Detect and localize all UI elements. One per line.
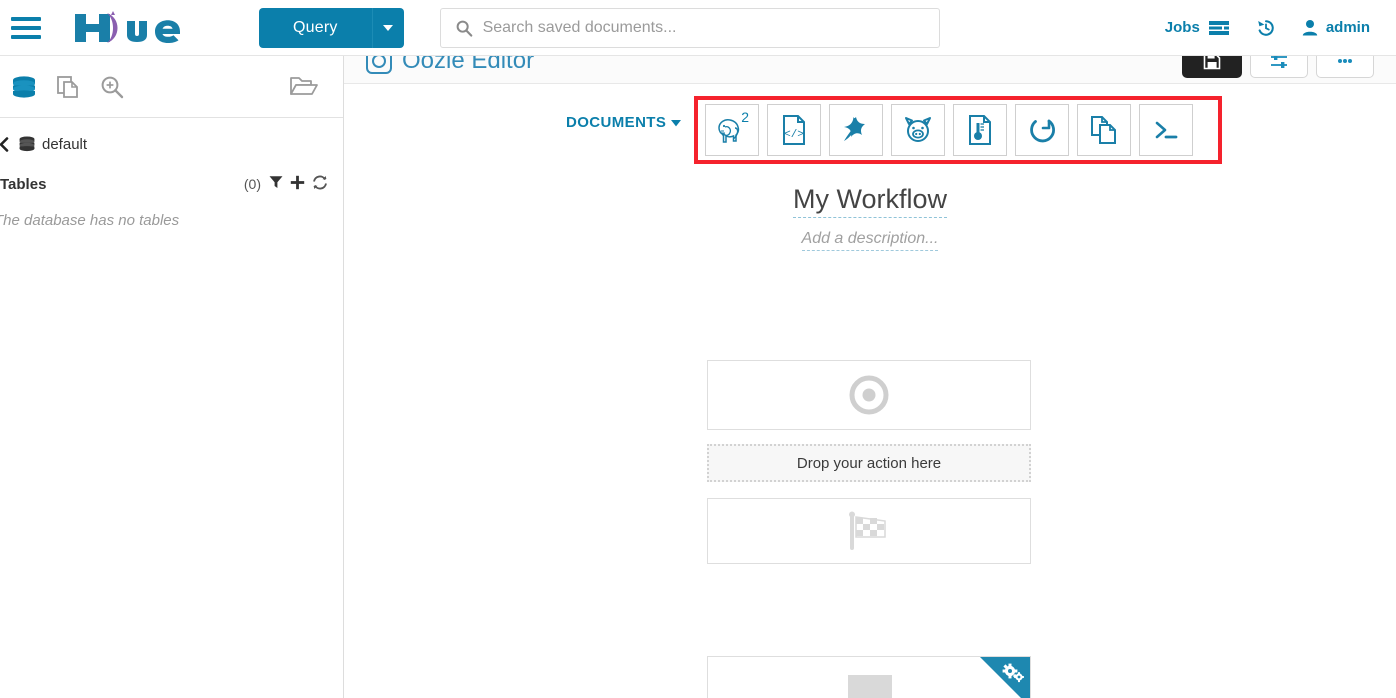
jobs-label: Jobs <box>1164 19 1200 36</box>
search-zoom-icon <box>101 76 124 98</box>
start-circle-icon <box>849 375 889 415</box>
action-dropzone[interactable]: Drop your action here <box>707 444 1031 482</box>
query-button[interactable]: Query <box>259 7 372 48</box>
search-container <box>439 7 940 48</box>
card-placeholder-block <box>848 675 892 698</box>
assist-tables-label: Tables <box>0 175 47 193</box>
navbar-right: Jobs admin <box>1165 18 1396 38</box>
dropzone-label: Drop your action here <box>796 454 942 472</box>
hamburger-line <box>11 34 41 39</box>
user-icon <box>1302 20 1318 36</box>
hamburger-line <box>11 16 41 21</box>
assist-database-label: default <box>42 135 88 153</box>
refresh-icon[interactable] <box>312 175 328 194</box>
assist-tab-search[interactable] <box>90 67 134 107</box>
assist-tab-bar <box>0 56 343 118</box>
query-dropdown-button[interactable] <box>371 7 404 48</box>
filter-icon[interactable] <box>269 175 283 193</box>
jobs-icon <box>1208 20 1229 35</box>
query-button-group: Query <box>259 7 404 48</box>
workflow-card[interactable] <box>707 656 1031 698</box>
database-icon <box>13 75 35 98</box>
assist-tables-count: (0) <box>243 176 261 192</box>
menu-toggle-icon[interactable] <box>11 16 41 39</box>
database-small-icon <box>19 136 35 152</box>
assist-tab-documents[interactable] <box>46 67 90 107</box>
assist-tables-row: Tables (0) <box>0 168 343 200</box>
hue-logo[interactable] <box>69 8 219 48</box>
search-input[interactable] <box>439 7 940 48</box>
top-navbar: Query Jobs <box>0 0 1396 56</box>
open-folder-icon <box>290 77 318 95</box>
documents-icon <box>57 75 78 98</box>
user-name-label: admin <box>1325 19 1370 36</box>
gears-icon <box>1002 663 1024 688</box>
assist-tab-database[interactable] <box>2 67 46 107</box>
main-content: Oozie Editor DOCUMENTS 2 </> My Workflow… <box>344 56 1396 698</box>
end-node[interactable] <box>707 498 1031 564</box>
hue-logo-mark <box>75 10 180 43</box>
assist-panel: default Tables (0) The database has no t… <box>0 56 344 698</box>
jobs-link[interactable]: Jobs <box>1165 19 1230 36</box>
assist-database-row[interactable]: default <box>0 124 343 164</box>
checkered-flag-icon <box>849 511 886 550</box>
history-icon <box>1258 19 1274 36</box>
plus-icon[interactable] <box>290 175 305 194</box>
assist-table-actions <box>269 175 328 194</box>
open-folder-button[interactable] <box>289 73 319 104</box>
workflow-canvas: Drop your action here <box>344 56 1396 698</box>
history-link[interactable] <box>1256 18 1276 38</box>
hamburger-line <box>11 25 41 30</box>
back-chevron-icon[interactable] <box>0 136 12 152</box>
caret-down-icon <box>383 24 394 31</box>
user-menu[interactable]: admin <box>1302 19 1370 36</box>
start-node[interactable] <box>707 360 1031 430</box>
assist-empty-message: The database has no tables <box>0 212 180 229</box>
